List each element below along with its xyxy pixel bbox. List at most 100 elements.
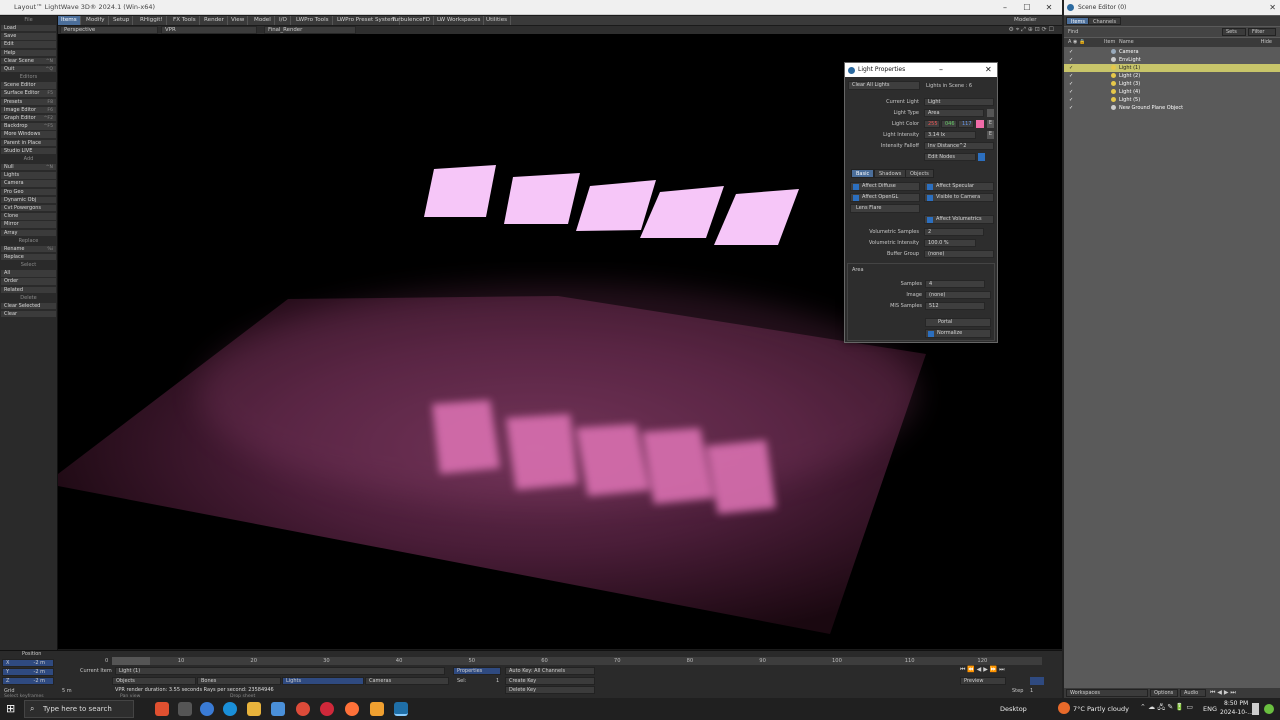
check-icon[interactable]: ✓	[1069, 72, 1073, 80]
check-icon[interactable]: ✓	[1069, 56, 1073, 64]
notification-icon[interactable]	[1252, 703, 1259, 715]
tool-quit-button[interactable]: Quit ^Q	[1, 66, 56, 74]
tool-surface-editor-button[interactable]: Surface Editor F5	[1, 90, 56, 98]
vpr-select[interactable]: VPR	[161, 26, 257, 34]
maximize-icon[interactable]: ☐	[1016, 0, 1038, 15]
language-indicator[interactable]: ENG	[1203, 705, 1217, 713]
light-type-select[interactable]: Area	[924, 109, 984, 117]
cameras-button[interactable]: Cameras	[365, 677, 449, 685]
tool-studio-live-button[interactable]: Studio LIVE	[1, 147, 56, 156]
close-icon[interactable]: ✕	[1038, 0, 1060, 15]
edit-nodes-button[interactable]: Edit Nodes	[924, 153, 976, 161]
check-icon[interactable]: ✓	[1069, 88, 1073, 96]
tab-items[interactable]: Items	[1066, 17, 1090, 25]
workspaces-select[interactable]: Workspaces	[1066, 689, 1148, 697]
clock-date[interactable]: 2024-10-...	[1220, 709, 1253, 716]
edge-icon[interactable]	[223, 702, 237, 716]
blender-icon[interactable]	[370, 702, 384, 716]
taskbar-search[interactable]: ⌕ Type here to search	[24, 700, 134, 718]
tab-channels[interactable]: Channels	[1088, 17, 1122, 25]
scene-item-row[interactable]: ✓ New Ground Plane Object	[1064, 104, 1280, 112]
sets-select[interactable]: Sets	[1222, 28, 1246, 36]
properties-button[interactable]: Properties	[453, 667, 501, 675]
bones-button[interactable]: Bones	[197, 677, 281, 685]
filter-select[interactable]: Filter	[1248, 28, 1276, 36]
menu-lwpro-tools[interactable]: LWPro Tools	[293, 16, 333, 25]
clock-time[interactable]: 8:50 PM	[1224, 700, 1248, 707]
menu-render[interactable]: Render	[201, 16, 228, 25]
falloff-select[interactable]: Inv Distance^2	[924, 142, 994, 150]
frame-slider-thumb[interactable]	[112, 657, 150, 665]
dialog-close-icon[interactable]: ✕	[985, 63, 992, 77]
current-item-select[interactable]: Light (1)	[115, 667, 445, 675]
tool-pro-geo-button[interactable]: Pro Geo	[1, 188, 56, 196]
find-label[interactable]: Find	[1068, 29, 1078, 35]
playback-controls[interactable]: ⏮ ⏪ ◀ ▶ ⏩ ⏭	[960, 666, 1058, 674]
color-r-field[interactable]: 255	[924, 120, 940, 128]
chrome-icon[interactable]	[296, 702, 310, 716]
tool-clone-button[interactable]: Clone	[1, 213, 56, 221]
menu-items[interactable]: Items	[58, 16, 81, 25]
scene-item-row[interactable]: ✓ Camera	[1064, 48, 1280, 56]
tool-scene-editor-button[interactable]: Scene Editor	[1, 82, 56, 90]
buffer-group-select[interactable]: (none)	[924, 250, 994, 258]
vol-samples-field[interactable]: 2	[924, 228, 984, 236]
tab-basic[interactable]: Basic	[851, 169, 875, 178]
x-position-field[interactable]: X -2 m	[2, 659, 54, 667]
tool-replace-button[interactable]: Replace	[1, 254, 56, 262]
menu-turbulencefd[interactable]: TurbulenceFD	[389, 16, 435, 25]
tool-clear-button[interactable]: Clear	[1, 311, 56, 319]
delete-key-button[interactable]: Delete Key	[505, 686, 595, 694]
light-type-icon[interactable]	[987, 109, 994, 117]
auto-key-select[interactable]: Auto Key: All Channels	[505, 667, 595, 675]
intensity-envelope-button[interactable]: E	[987, 131, 994, 139]
lightwave-taskbar-icon[interactable]	[394, 702, 408, 716]
y-position-field[interactable]: Y -2 m	[2, 668, 54, 676]
menu-model[interactable]: Model	[251, 16, 275, 25]
desktop-label[interactable]: Desktop	[1000, 705, 1027, 713]
scene-playback-icons[interactable]: ⏮ ◀ ▶ ⏭	[1210, 689, 1236, 697]
tool-rename-button[interactable]: Rename %i	[1, 245, 56, 254]
view-type-select[interactable]: Perspective	[60, 26, 158, 34]
lens-flare-button[interactable]: Lens Flare	[850, 204, 920, 213]
check-icon[interactable]: ✓	[1069, 64, 1073, 72]
weather-text[interactable]: 7°C Partly cloudy	[1073, 705, 1129, 713]
check-icon[interactable]: ✓	[1069, 104, 1073, 112]
normalize-checkbox[interactable]: Normalize	[925, 329, 991, 338]
tab-objects[interactable]: Objects	[905, 169, 934, 178]
task-view-icon[interactable]	[178, 702, 192, 716]
scene-item-row[interactable]: ✓ Light (5)	[1064, 96, 1280, 104]
menu-fx-tools[interactable]: FX Tools	[170, 16, 200, 25]
objects-button[interactable]: Objects	[112, 677, 196, 685]
viewport-controls-icon[interactable]: ⚙ ⌖ ⤢ ⊕ ⊡ ⟳ ☐	[1009, 26, 1054, 34]
audio-select[interactable]: Audio	[1180, 689, 1206, 697]
store-icon[interactable]	[271, 702, 285, 716]
create-key-button[interactable]: Create Key	[505, 677, 595, 685]
tool-presets-button[interactable]: Presets F8	[1, 98, 56, 106]
pen-app-icon[interactable]	[155, 702, 169, 716]
visible-to-camera-checkbox[interactable]: Visible to Camera	[924, 193, 994, 202]
tool-lights-button[interactable]: Lights	[1, 172, 56, 180]
lights-button[interactable]: Lights	[282, 677, 364, 685]
scene-item-row[interactable]: ✓ Light (1)	[1064, 64, 1280, 72]
dialog-minimize-icon[interactable]: –	[939, 63, 943, 77]
scene-item-row[interactable]: ✓ EnvLight	[1064, 56, 1280, 64]
tool-order-button[interactable]: Order	[1, 278, 56, 286]
check-icon[interactable]: ✓	[1069, 96, 1073, 104]
menu-rhiggit-[interactable]: RHiggit!	[137, 16, 167, 25]
tool-null-button[interactable]: Null ^N	[1, 164, 56, 172]
copilot-icon[interactable]	[200, 702, 214, 716]
opera-icon[interactable]	[320, 702, 334, 716]
menu-view[interactable]: View	[228, 16, 249, 25]
menu-i-o[interactable]: I/O	[276, 16, 291, 25]
tool-parent-in-place-button[interactable]: Parent in Place	[1, 139, 56, 147]
nodes-checkbox[interactable]	[978, 153, 985, 161]
tool-more-windows-button[interactable]: More Windows	[1, 131, 56, 139]
menu-lw-workspaces[interactable]: LW Workspaces	[434, 16, 485, 25]
affect-diffuse-checkbox[interactable]: Affect Diffuse	[850, 182, 920, 191]
affect-specular-checkbox[interactable]: Affect Specular	[924, 182, 994, 191]
scene-close-icon[interactable]: ✕	[1269, 0, 1276, 15]
file-explorer-icon[interactable]	[247, 702, 261, 716]
check-icon[interactable]: ✓	[1069, 48, 1073, 56]
clear-all-lights-button[interactable]: Clear All Lights	[848, 81, 920, 90]
